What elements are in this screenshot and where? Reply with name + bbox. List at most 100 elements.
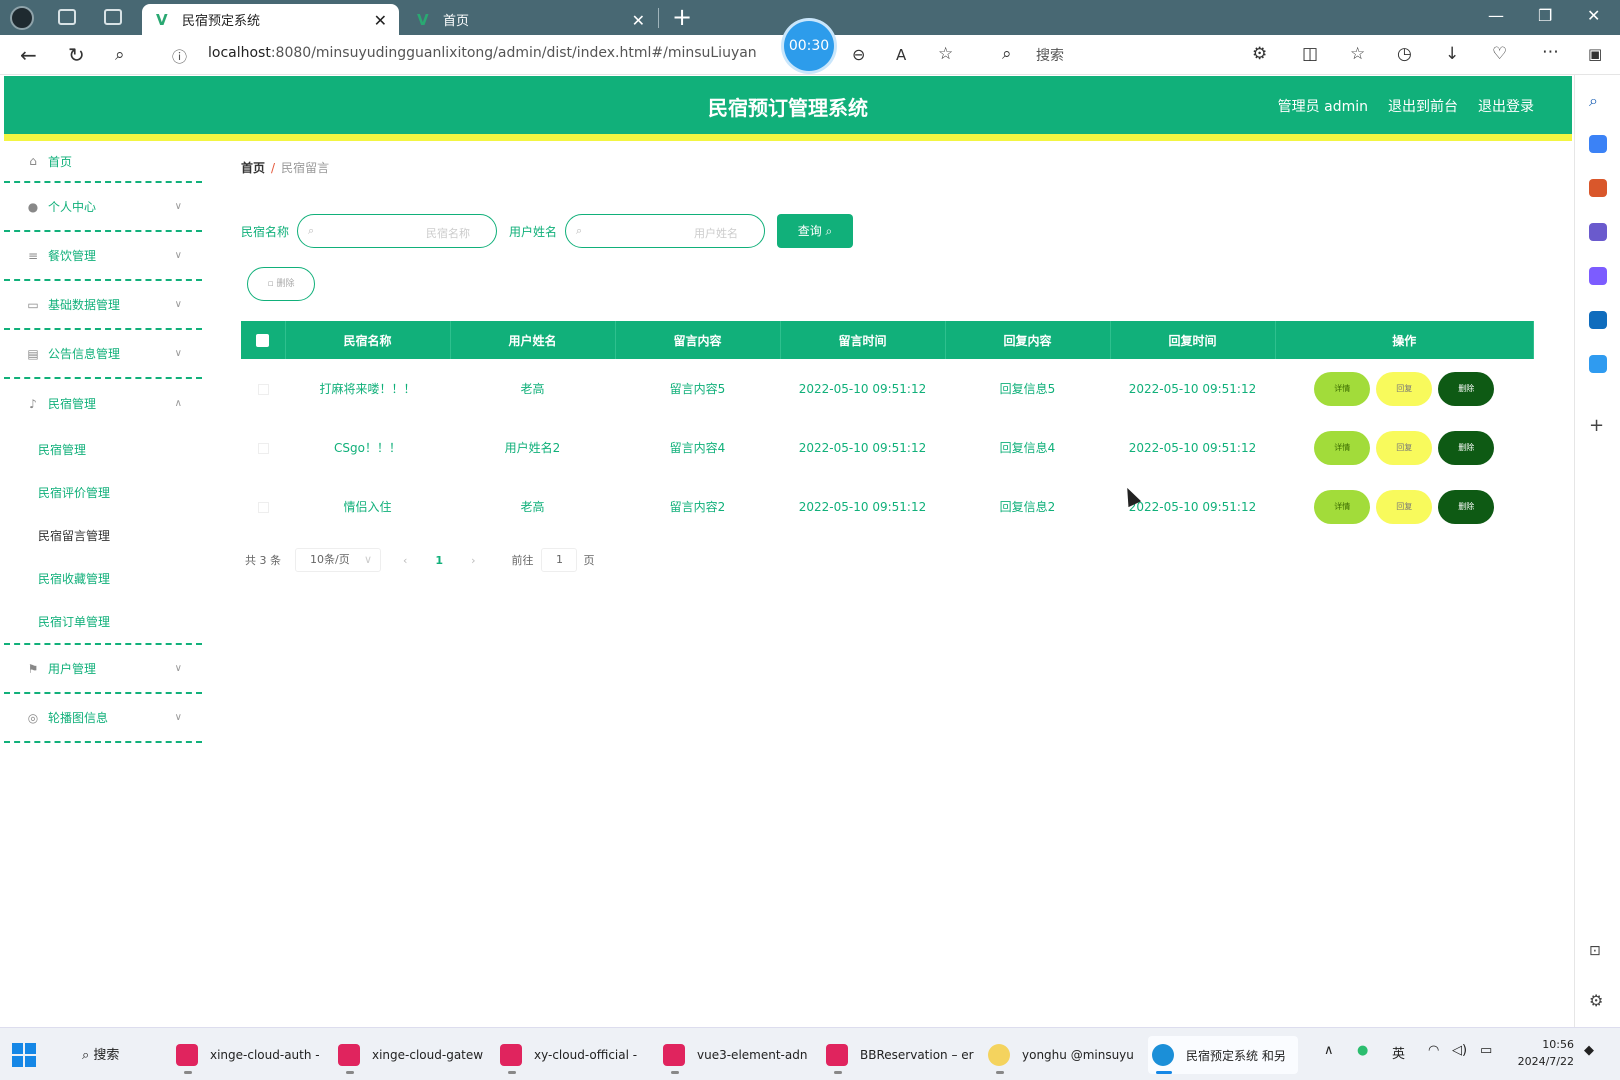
taskbar-app[interactable]: xy-cloud-official -	[500, 1036, 637, 1074]
close-tab-icon[interactable]: ✕	[374, 11, 387, 30]
submenu-item-favorites[interactable]: 民宿收藏管理	[4, 557, 202, 600]
breadcrumb-home[interactable]: 首页	[241, 161, 265, 175]
timer-badge[interactable]: 00:30	[784, 21, 834, 71]
window-close-icon[interactable]: ✕	[1587, 6, 1600, 25]
batch-delete-button[interactable]: ▫ 删除	[247, 267, 315, 301]
info-icon[interactable]: ⓘ	[172, 46, 187, 67]
detail-button[interactable]: 详情	[1314, 430, 1371, 465]
back-icon[interactable]: ←	[20, 43, 37, 67]
download-icon[interactable]: ↓	[1445, 44, 1459, 64]
battery-icon[interactable]: ▭	[1480, 1043, 1492, 1058]
delete-button[interactable]: 删除	[1438, 489, 1495, 524]
collections-icon[interactable]	[58, 9, 76, 25]
current-page[interactable]: 1	[435, 554, 443, 567]
split-screen-icon[interactable]: ◫	[1302, 44, 1318, 64]
close-tab-icon[interactable]: ✕	[632, 11, 645, 30]
sidebar-item-announcements[interactable]: ▤ 公告信息管理 ∨	[4, 330, 202, 379]
submenu-item-orders[interactable]: 民宿订单管理	[4, 600, 202, 643]
toolbox-icon[interactable]	[1589, 179, 1607, 197]
volume-icon[interactable]: ◁)	[1452, 1043, 1467, 1058]
delete-button[interactable]: 删除	[1438, 430, 1495, 465]
prev-page-icon[interactable]: ‹	[403, 554, 407, 567]
reply-button[interactable]: 回复	[1376, 371, 1433, 406]
submenu-item-homestay[interactable]: 民宿管理	[4, 428, 202, 471]
read-aloud-icon[interactable]: A	[896, 46, 906, 64]
browser-search-label[interactable]: 搜索	[1036, 45, 1064, 65]
browser-tab-active[interactable]: V 民宿预定系统 ✕	[142, 4, 399, 35]
copilot-icon[interactable]	[1589, 267, 1607, 285]
wechat-icon[interactable]: ●	[1357, 1043, 1368, 1058]
reply-button[interactable]: 回复	[1376, 489, 1433, 524]
sidebar-toggle-icon[interactable]: ▣	[1588, 45, 1602, 63]
zoom-out-icon[interactable]: ⊖	[852, 45, 865, 64]
sidebar-item-home[interactable]: ⌂ 首页	[4, 141, 202, 183]
goto-page-input[interactable]: 1	[541, 548, 578, 572]
sidebar-item-users[interactable]: ⚑ 用户管理 ∨	[4, 645, 202, 694]
sidebar-item-base-data[interactable]: ▭ 基础数据管理 ∨	[4, 281, 202, 330]
taskbar-app[interactable]: yonghu @minsuyu	[988, 1036, 1134, 1074]
favorites-icon[interactable]: ☆	[1350, 44, 1365, 64]
add-icon[interactable]: +	[1589, 415, 1607, 436]
homestay-name-input[interactable]: ⌕ 民宿名称	[297, 214, 498, 248]
ime-indicator[interactable]: 英	[1392, 1043, 1405, 1062]
taskbar-app[interactable]: xinge-cloud-auth -	[176, 1036, 320, 1074]
admin-user-link[interactable]: 管理员 admin	[1278, 96, 1368, 116]
sidebar-item-carousel[interactable]: ◎ 轮播图信息 ∨	[4, 694, 202, 743]
games-icon[interactable]	[1589, 223, 1607, 241]
table-row: 打麻将来喽！！！ 老高 留言内容5 2022-05-10 09:51:12 回复…	[241, 359, 1534, 418]
search-icon[interactable]: ⌕	[115, 45, 125, 65]
submenu-item-messages[interactable]: 民宿留言管理	[4, 514, 202, 557]
browser-tab[interactable]: V 首页 ✕	[403, 4, 657, 35]
reply-button[interactable]: 回复	[1376, 430, 1433, 465]
sidebar-item-homestay[interactable]: ♪ 民宿管理 ∧	[4, 379, 202, 428]
taskbar-app[interactable]: vue3-element-adn	[663, 1036, 807, 1074]
tag-icon[interactable]	[1589, 135, 1607, 153]
profile-avatar[interactable]	[10, 6, 34, 30]
intellij-icon	[338, 1044, 360, 1066]
url-host: localhost	[208, 45, 271, 61]
page-size-select[interactable]: 10条/页 ∨	[295, 548, 381, 572]
back-to-front-link[interactable]: 退出到前台	[1388, 96, 1458, 116]
taskbar-search[interactable]: ⌕ 搜索	[82, 1044, 119, 1063]
new-tab-icon[interactable]: +	[672, 3, 692, 31]
refresh-icon[interactable]: ↻	[68, 43, 85, 67]
health-icon[interactable]: ♡	[1492, 44, 1507, 64]
taskbar-app[interactable]: xinge-cloud-gatew	[338, 1036, 483, 1074]
row-checkbox[interactable]	[257, 501, 269, 513]
send-icon[interactable]	[1589, 355, 1607, 373]
settings-gear-icon[interactable]: ⚙	[1589, 991, 1607, 1010]
windows-start-icon[interactable]	[12, 1043, 36, 1067]
tab-actions-icon[interactable]	[104, 9, 122, 25]
taskbar-app-active[interactable]: 民宿预定系统 和另	[1148, 1036, 1298, 1074]
notification-bell-icon[interactable]: ◆	[1584, 1043, 1594, 1058]
sidebar-menu: ⌂ 首页 ● 个人中心 ∨ ≡ 餐饮管理 ∨ ▭ 基础数据管理 ∨ ▤ 公告信息…	[4, 141, 202, 743]
select-all-checkbox[interactable]	[256, 334, 270, 347]
favorite-star-icon[interactable]: ☆	[938, 44, 953, 64]
search-icon[interactable]: ⌕	[1589, 91, 1607, 110]
chevron-up-icon[interactable]: ∧	[1324, 1043, 1334, 1058]
wifi-icon[interactable]: ◠	[1428, 1043, 1439, 1058]
minimize-icon[interactable]: —	[1488, 6, 1504, 25]
delete-button[interactable]: 删除	[1438, 371, 1495, 406]
extensions-icon[interactable]: ⚙	[1252, 44, 1267, 64]
detail-button[interactable]: 详情	[1314, 371, 1371, 406]
detail-button[interactable]: 详情	[1314, 489, 1371, 524]
row-checkbox[interactable]	[257, 442, 269, 454]
next-page-icon[interactable]: ›	[471, 554, 475, 567]
search-icon[interactable]: ⌕	[1002, 44, 1012, 64]
history-icon[interactable]: ◷	[1397, 44, 1412, 64]
sidebar-item-dining[interactable]: ≡ 餐饮管理 ∨	[4, 232, 202, 281]
screenshot-icon[interactable]: ⊡	[1589, 943, 1607, 961]
submenu-item-reviews[interactable]: 民宿评价管理	[4, 471, 202, 514]
sidebar-item-personal-center[interactable]: ● 个人中心 ∨	[4, 183, 202, 232]
url-field[interactable]: localhost:8080/minsuyudingguanlixitong/a…	[208, 45, 757, 61]
restore-icon[interactable]: ❐	[1538, 6, 1552, 25]
taskbar-app[interactable]: BBReservation – er	[826, 1036, 974, 1074]
row-checkbox[interactable]	[257, 383, 269, 395]
more-icon[interactable]: ⋯	[1542, 42, 1559, 62]
system-clock[interactable]: 10:56 2024/7/22	[1518, 1036, 1574, 1070]
query-button[interactable]: 查询 ⌕	[777, 214, 853, 248]
outlook-icon[interactable]	[1589, 311, 1607, 329]
logout-link[interactable]: 退出登录	[1478, 96, 1534, 116]
user-name-input[interactable]: ⌕ 用户姓名	[565, 214, 766, 248]
